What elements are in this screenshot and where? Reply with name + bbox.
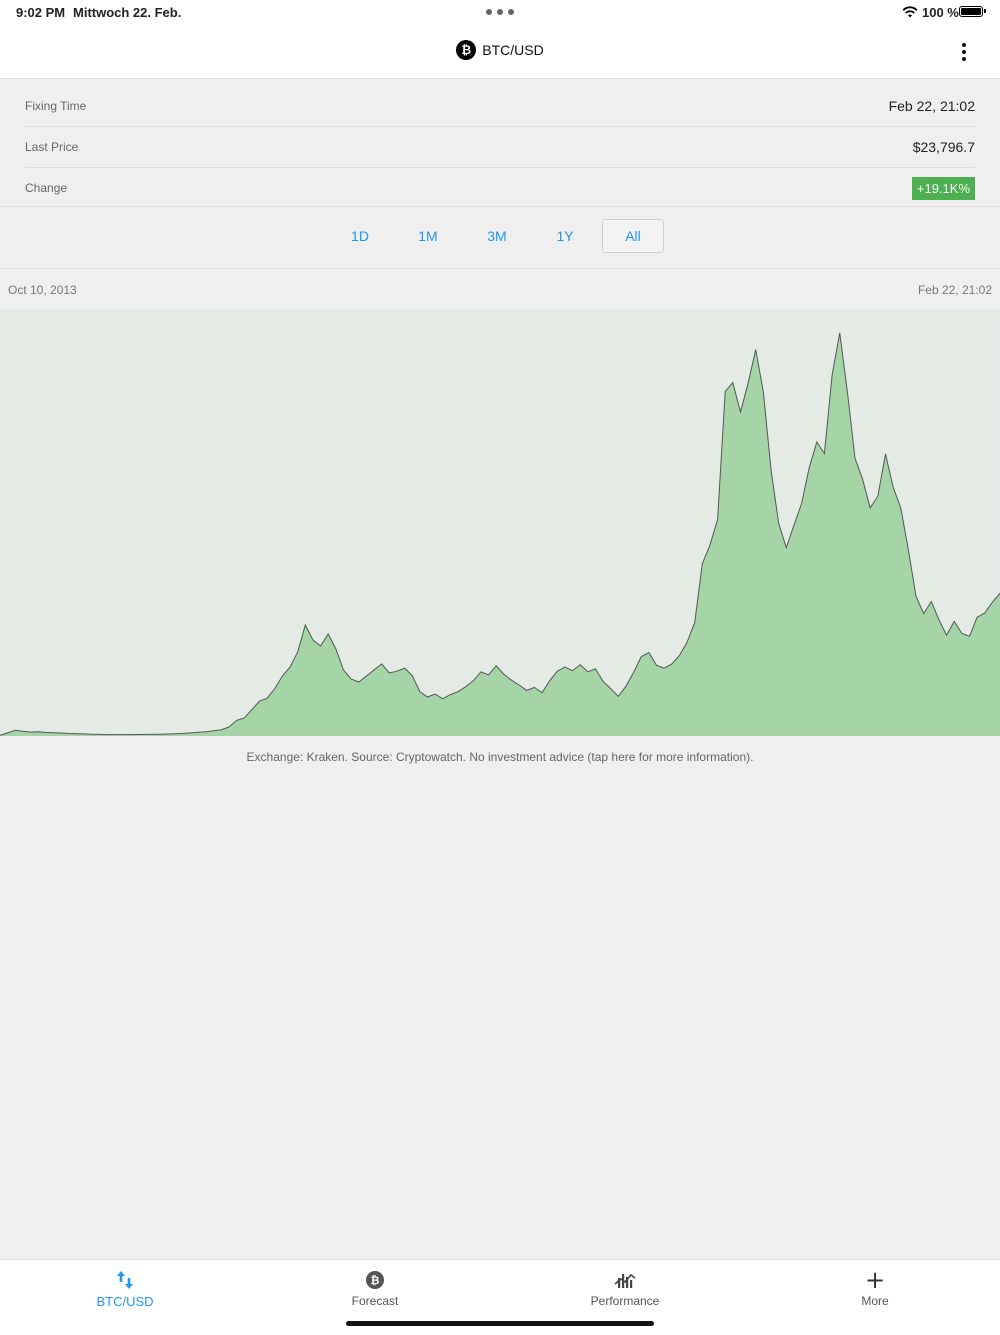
status-time: 9:02 PM <box>16 5 66 20</box>
bitcoin-icon: ₿ <box>456 40 477 60</box>
tab-more[interactable]: + More <box>750 1260 1000 1320</box>
tab-performance[interactable]: Performance <box>500 1260 750 1320</box>
last-price-value: $23,796.7 <box>912 139 975 155</box>
price-chart[interactable] <box>0 310 1000 736</box>
last-price-row: Last Price $23,796.7 <box>25 127 975 168</box>
divider <box>0 268 1000 269</box>
status-bar: 9:02 PM Mittwoch 22. Feb. 100 % <box>0 0 1000 26</box>
tab-label: BTC/USD <box>96 1294 154 1309</box>
fixing-time-label: Fixing Time <box>25 99 87 113</box>
home-indicator <box>346 1321 654 1326</box>
divider <box>0 206 1000 207</box>
fixing-time-row: Fixing Time Feb 22, 21:02 <box>25 86 975 127</box>
tab-forecast[interactable]: ₿ Forecast <box>250 1260 500 1320</box>
chart-range-labels: Oct 10, 2013 Feb 22, 21:02 <box>0 283 1000 299</box>
range-button-3m[interactable]: 3M <box>466 219 528 253</box>
more-vertical-icon[interactable] <box>956 40 972 64</box>
change-badge: +19.1K% <box>911 176 975 200</box>
wifi-icon <box>902 6 918 18</box>
battery-icon <box>959 6 986 17</box>
last-price-label: Last Price <box>25 140 79 154</box>
page-title: BTC/USD <box>482 42 544 58</box>
disclaimer-link[interactable]: Exchange: Kraken. Source: Cryptowatch. N… <box>0 750 1000 764</box>
range-button-1y[interactable]: 1Y <box>534 219 596 253</box>
chart-end-date: Feb 22, 21:02 <box>917 283 992 297</box>
battery-percentage: 100 % <box>922 5 959 20</box>
navigation-bar: ₿ BTC/USD <box>0 26 1000 79</box>
tab-label: More <box>861 1294 889 1308</box>
chart-start-date: Oct 10, 2013 <box>8 283 77 297</box>
performance-chart-icon <box>614 1273 636 1288</box>
change-row: Change +19.1K% <box>25 168 975 208</box>
range-button-1d[interactable]: 1D <box>329 219 391 253</box>
range-button-all[interactable]: All <box>602 219 664 253</box>
tab-label: Forecast <box>351 1294 399 1308</box>
price-info: Fixing Time Feb 22, 21:02 Last Price $23… <box>0 86 1000 208</box>
range-button-1m[interactable]: 1M <box>397 219 459 253</box>
plus-icon: + <box>864 1266 886 1294</box>
tab-btc-usd[interactable]: BTC/USD <box>0 1260 250 1320</box>
tab-label: Performance <box>590 1294 660 1308</box>
status-date: Mittwoch 22. Feb. <box>73 5 182 20</box>
multitasking-dots-icon[interactable] <box>486 9 514 17</box>
bitcoin-icon: ₿ <box>366 1271 384 1289</box>
swap-arrows-icon <box>117 1271 133 1289</box>
fixing-time-value: Feb 22, 21:02 <box>888 98 975 114</box>
change-label: Change <box>25 181 68 195</box>
range-selector: 1D 1M 3M 1Y All <box>0 219 1000 255</box>
nav-title-group: ₿ BTC/USD <box>0 40 1000 60</box>
